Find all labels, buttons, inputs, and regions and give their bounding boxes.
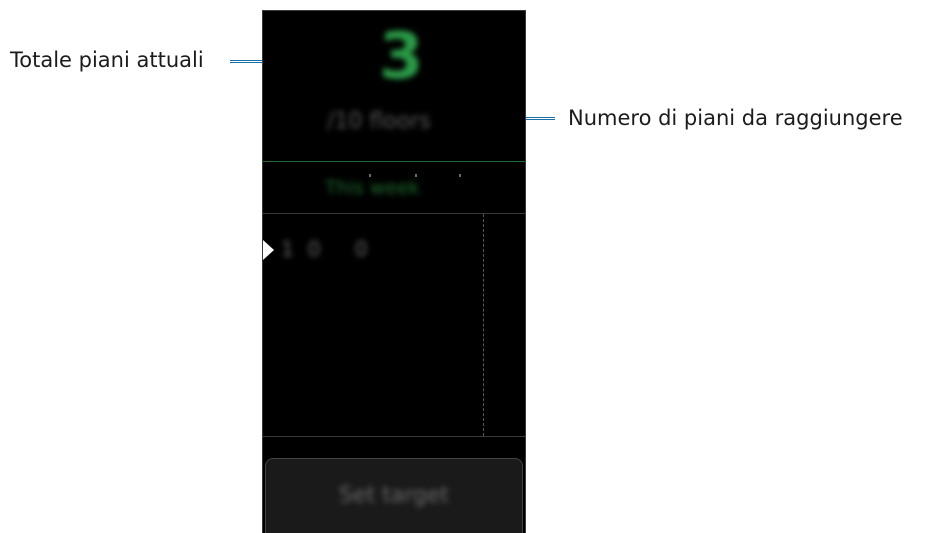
graph-bottom-divider <box>263 436 525 437</box>
device-screen: 3 /10 floors This week 10 0 Set target <box>262 10 526 533</box>
floors-goal-text: /10 floors <box>327 109 431 134</box>
target-floors-callout-label: Numero di piani da raggiungere <box>568 106 903 130</box>
period-tab-this-week[interactable]: This week <box>325 177 420 199</box>
set-target-button-label: Set target <box>338 483 449 508</box>
current-total-callout-label: Totale piani attuali <box>10 48 204 72</box>
set-target-button[interactable]: Set target <box>265 458 523 533</box>
graph-marker-arrow-icon <box>263 240 274 260</box>
graph-top-divider <box>263 213 525 214</box>
header-divider <box>263 161 525 162</box>
floors-count: 3 <box>379 20 424 94</box>
period-tick-3 <box>459 174 461 177</box>
graph-target-line <box>483 214 484 436</box>
graph-value: 10 0 <box>281 237 382 261</box>
